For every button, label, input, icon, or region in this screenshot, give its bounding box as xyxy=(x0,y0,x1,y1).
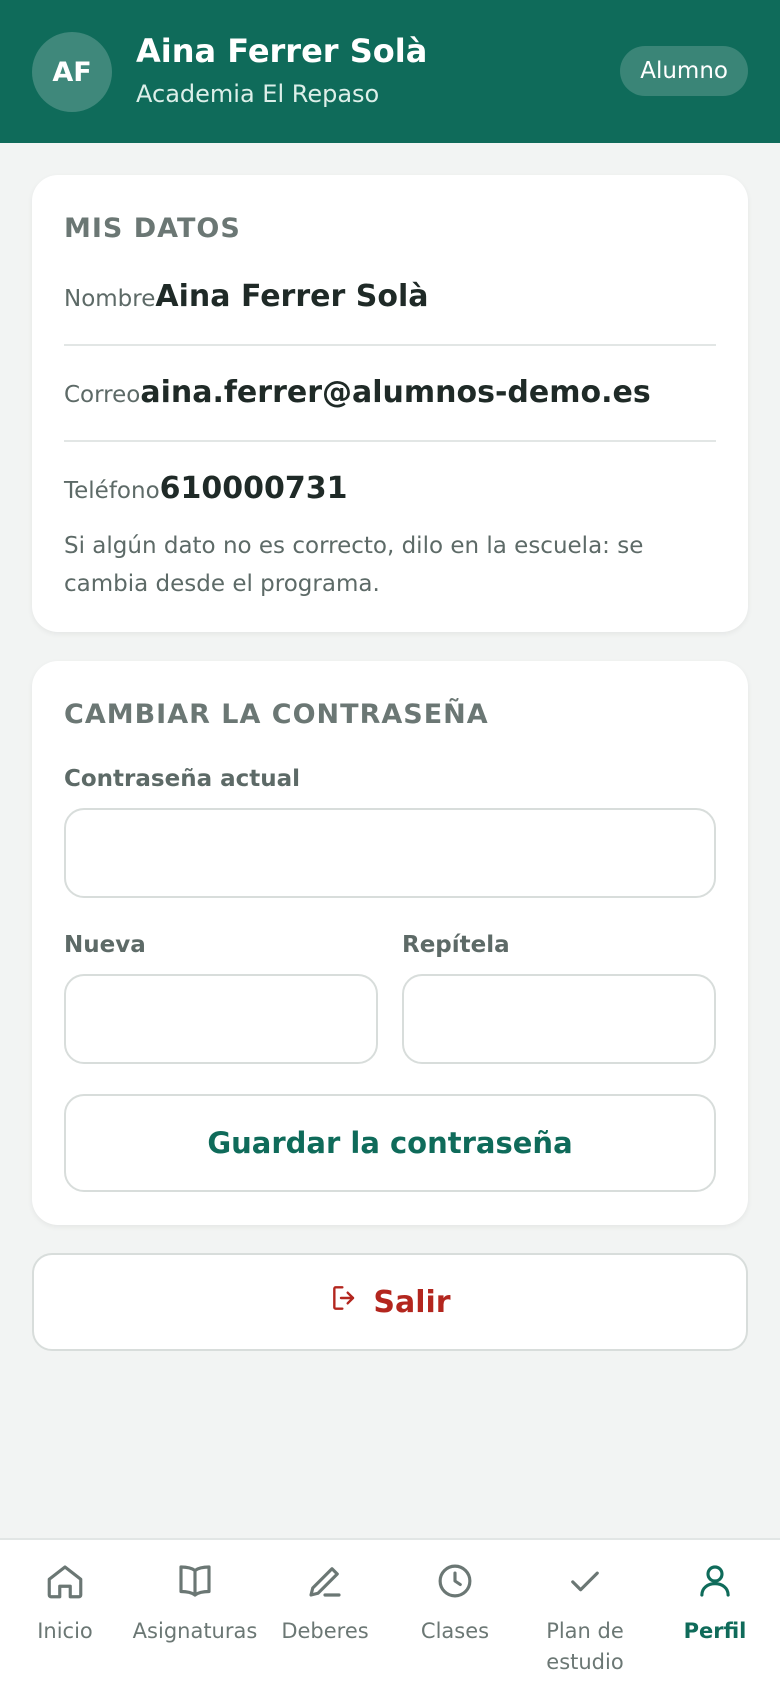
password-card: CAMBIAR LA CONTRASEÑA Contraseña actual … xyxy=(32,661,748,1225)
check-icon xyxy=(564,1560,606,1606)
avatar: AF xyxy=(32,32,112,112)
nav-label: Perfil xyxy=(683,1619,747,1643)
user-name: Aina Ferrer Solà xyxy=(136,32,428,70)
phone-row: Teléfono 610000731 xyxy=(64,471,716,511)
name-value: Aina Ferrer Solà xyxy=(155,279,429,314)
school-name: Academia El Repaso xyxy=(136,80,380,108)
email-value: aina.ferrer@alumnos-demo.es xyxy=(140,375,651,410)
nav-item-clases[interactable]: Clases xyxy=(390,1560,520,1647)
new-password-label: Nueva xyxy=(64,932,146,958)
repeat-password-input[interactable] xyxy=(402,974,716,1064)
user-icon xyxy=(694,1560,736,1606)
nav-label: Plan de estudio xyxy=(546,1619,624,1674)
current-password-input[interactable] xyxy=(64,808,716,898)
nav-item-deberes[interactable]: Deberes xyxy=(260,1560,390,1647)
email-label: Correo xyxy=(64,382,141,408)
clock-icon xyxy=(434,1560,476,1606)
nav-item-plan-de-estudio[interactable]: Plan de estudio xyxy=(520,1560,650,1678)
nav-item-inicio[interactable]: Inicio xyxy=(0,1560,130,1647)
phone-label: Teléfono xyxy=(64,478,160,504)
name-row: Nombre Aina Ferrer Solà xyxy=(64,279,716,319)
current-password-label: Contraseña actual xyxy=(64,766,301,792)
nav-item-perfil[interactable]: Perfil xyxy=(650,1560,780,1647)
role-badge: Alumno xyxy=(620,46,748,96)
logout-button[interactable]: Salir xyxy=(32,1253,748,1351)
save-password-button[interactable]: Guardar la contraseña xyxy=(64,1094,716,1192)
book-icon xyxy=(174,1560,216,1606)
my-data-card: MIS DATOS Nombre Aina Ferrer Solà Correo… xyxy=(32,175,748,632)
new-password-input[interactable] xyxy=(64,974,378,1064)
email-row: Correo aina.ferrer@alumnos-demo.es xyxy=(64,375,716,415)
nav-label: Asignaturas xyxy=(132,1619,258,1643)
divider xyxy=(64,440,716,442)
name-label: Nombre xyxy=(64,286,156,312)
data-note: Si algún dato no es correcto, dilo en la… xyxy=(64,533,644,597)
nav-label: Inicio xyxy=(37,1619,93,1643)
logout-icon xyxy=(329,1282,361,1322)
repeat-password-label: Repítela xyxy=(402,932,510,958)
bottom-nav: Inicio Asignaturas Deberes Clases Plan d… xyxy=(0,1538,780,1688)
home-icon xyxy=(44,1560,86,1606)
password-title: CAMBIAR LA CONTRASEÑA xyxy=(64,699,489,730)
my-data-title: MIS DATOS xyxy=(64,213,241,244)
app-header: AF Aina Ferrer Solà Academia El Repaso A… xyxy=(0,0,780,143)
phone-value: 610000731 xyxy=(159,471,348,506)
nav-item-asignaturas[interactable]: Asignaturas xyxy=(130,1560,260,1647)
logout-label: Salir xyxy=(373,1284,451,1320)
pencil-icon xyxy=(304,1560,346,1606)
divider xyxy=(64,344,716,346)
nav-label: Clases xyxy=(420,1619,490,1643)
nav-label: Deberes xyxy=(281,1619,369,1643)
